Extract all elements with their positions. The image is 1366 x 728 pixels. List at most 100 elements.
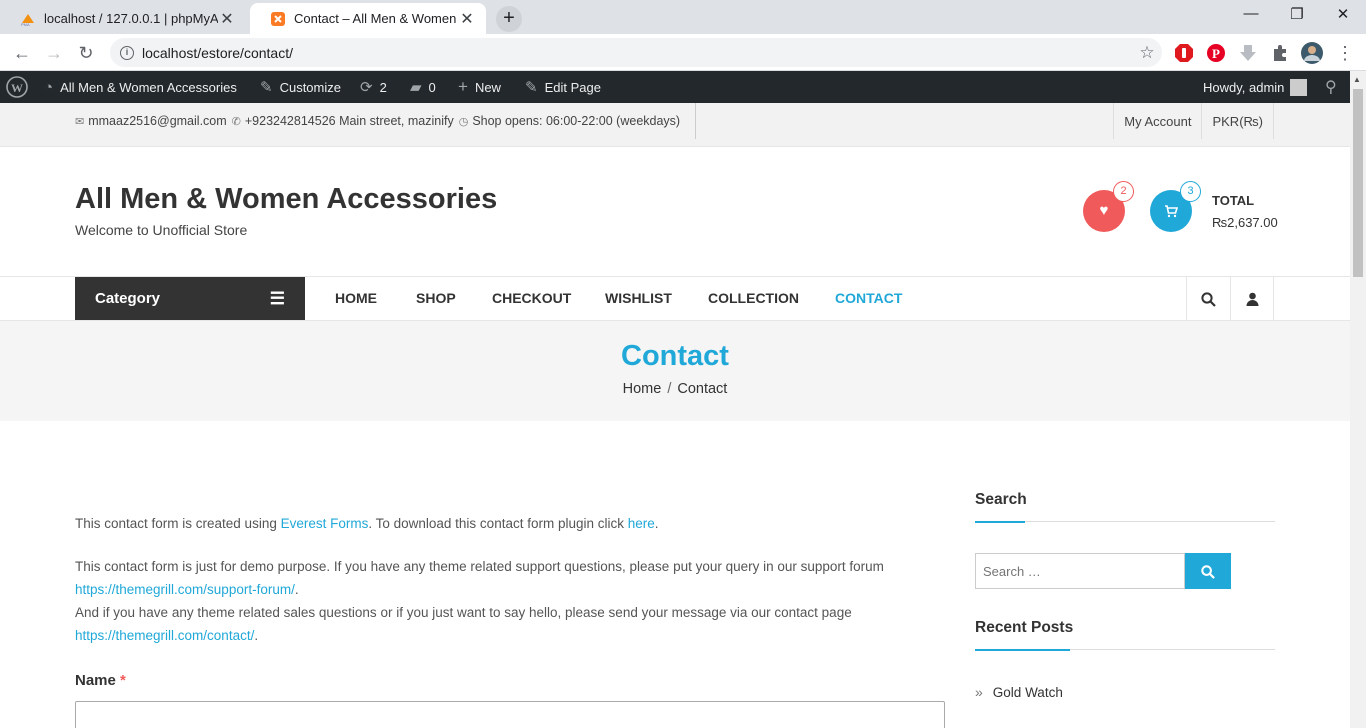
- double-chevron-right-icon: »: [975, 684, 983, 700]
- required-mark: *: [120, 672, 126, 689]
- wordpress-logo-icon[interactable]: W: [6, 71, 28, 103]
- intro-text-2: . To download this contact form plugin c…: [368, 516, 628, 531]
- address-bar[interactable]: i localhost/estore/contact/ ☆: [110, 38, 1162, 67]
- new-tab-button[interactable]: +: [496, 6, 522, 32]
- site-title[interactable]: All Men & Women Accessories: [75, 183, 497, 216]
- sidebar-search-input[interactable]: [975, 553, 1185, 589]
- site-tagline: Welcome to Unofficial Store: [75, 222, 248, 238]
- profile-avatar[interactable]: [1301, 42, 1323, 64]
- admin-comments[interactable]: ▰ 0: [410, 71, 436, 103]
- admin-new[interactable]: + New: [458, 71, 501, 103]
- nav-item-shop[interactable]: SHOP: [416, 277, 456, 320]
- nav-item-home[interactable]: HOME: [335, 277, 377, 320]
- admin-comments-count: 0: [428, 79, 436, 95]
- minimize-icon[interactable]: —: [1236, 5, 1266, 22]
- admin-search-icon[interactable]: ⚲: [1325, 71, 1337, 103]
- main-navigation: Category ☰ HOME SHOP CHECKOUT WISHLIST C…: [0, 276, 1350, 321]
- dashboard-icon: ◔: [44, 78, 54, 96]
- site-header: All Men & Women Accessories Welcome to U…: [0, 147, 1350, 276]
- here-link[interactable]: here: [628, 516, 655, 531]
- intro-text: This contact form is created using: [75, 516, 281, 531]
- admin-customize[interactable]: ✎ Customize: [260, 71, 341, 103]
- page-scrollbar[interactable]: ▲: [1350, 71, 1366, 728]
- page-header: Contact Home / Contact: [0, 321, 1350, 421]
- download-icon[interactable]: [1238, 43, 1258, 63]
- wp-admin-bar: W ◔ All Men & Women Accessories ✎ Custom…: [0, 71, 1366, 103]
- admin-howdy[interactable]: Howdy, admin: [1203, 71, 1308, 103]
- hamburger-icon: ☰: [269, 288, 285, 308]
- top-links: My Account PKR(₨): [1113, 103, 1274, 139]
- category-label: Category: [95, 290, 161, 307]
- close-icon[interactable]: ✕: [458, 9, 476, 29]
- pencil-icon: ✎: [525, 79, 538, 96]
- category-menu-button[interactable]: Category ☰: [75, 277, 305, 320]
- wishlist-count-badge: 2: [1113, 181, 1134, 202]
- my-account-link[interactable]: My Account: [1113, 103, 1201, 139]
- search-icon[interactable]: [1186, 277, 1230, 320]
- nav-item-collection[interactable]: COLLECTION: [708, 277, 799, 320]
- admin-updates[interactable]: ⟳ 2: [360, 71, 387, 103]
- support-forum-link[interactable]: https://themegrill.com/support-forum/: [75, 582, 295, 597]
- store-top-bar: ✉ mmaaz2516@gmail.com ✆ +923242814526 Ma…: [0, 103, 1350, 147]
- svg-text:PMA: PMA: [21, 22, 30, 27]
- adblock-icon[interactable]: [1174, 43, 1194, 63]
- sidebar-search-button[interactable]: [1185, 553, 1231, 589]
- forward-icon[interactable]: →: [41, 40, 67, 66]
- title-underline: [975, 521, 1025, 523]
- admin-new-label: New: [474, 79, 501, 95]
- title-underline: [975, 649, 1070, 651]
- intro-text-end: .: [654, 516, 659, 531]
- svg-text:P: P: [1212, 46, 1220, 61]
- recent-posts-title-text: Recent Posts: [975, 619, 1074, 636]
- nav-item-contact[interactable]: CONTACT: [835, 277, 902, 320]
- heart-icon: ♥: [1099, 202, 1109, 219]
- envelope-icon: ✉: [75, 115, 85, 128]
- search-widget-title-text: Search: [975, 491, 1027, 508]
- contact-email: mmaaz2516@gmail.com: [88, 114, 227, 128]
- tab-contact[interactable]: Contact – All Men & Women Acc ✕: [250, 3, 486, 34]
- close-icon[interactable]: ✕: [218, 9, 236, 29]
- breadcrumb-home[interactable]: Home: [623, 381, 662, 397]
- back-icon[interactable]: ←: [9, 40, 35, 66]
- currency-switcher[interactable]: PKR(₨): [1201, 103, 1274, 139]
- contact-link-line: https://themegrill.com/contact/.: [75, 624, 258, 647]
- restore-icon[interactable]: ❐: [1282, 5, 1312, 23]
- scrollbar-thumb[interactable]: [1353, 89, 1363, 277]
- menu-dots-icon[interactable]: ⋮: [1332, 40, 1358, 66]
- admin-edit-page-label: Edit Page: [544, 79, 601, 95]
- breadcrumb-separator: /: [667, 381, 672, 397]
- contact-phone-address: +923242814526 Main street, mazinify: [244, 114, 454, 128]
- info-icon[interactable]: i: [120, 45, 134, 60]
- svg-text:W: W: [11, 81, 23, 95]
- recent-post-title[interactable]: Gold Watch: [993, 685, 1063, 700]
- cart-total-value: ₨2,637.00: [1212, 215, 1278, 230]
- recent-posts-title: Recent Posts: [975, 619, 1275, 651]
- admin-edit-page[interactable]: ✎ Edit Page: [525, 71, 601, 103]
- page-title: Contact: [621, 340, 729, 372]
- everest-forms-link[interactable]: Everest Forms: [281, 516, 369, 531]
- name-input[interactable]: [75, 701, 945, 728]
- extensions-puzzle-icon[interactable]: [1270, 43, 1290, 63]
- reload-icon[interactable]: ↻: [73, 40, 99, 66]
- nav-item-checkout[interactable]: CHECKOUT: [492, 277, 571, 320]
- cart-icon: [1165, 205, 1179, 218]
- search-icon: [1201, 565, 1215, 580]
- tab-phpmyadmin[interactable]: PMA localhost / 127.0.0.1 | phpMyAdm ✕: [0, 3, 246, 34]
- search-widget-title: Search: [975, 491, 1275, 523]
- scroll-up-arrow-icon[interactable]: ▲: [1353, 75, 1361, 84]
- contact-info: ✉ mmaaz2516@gmail.com ✆ +923242814526 Ma…: [75, 103, 697, 139]
- recent-post-item[interactable]: » Gold Watch: [975, 684, 1063, 700]
- bookmark-star-icon[interactable]: ☆: [1132, 43, 1162, 63]
- cart-total-label: TOTAL: [1212, 193, 1255, 208]
- pinterest-icon[interactable]: P: [1206, 43, 1226, 63]
- nav-item-wishlist[interactable]: WISHLIST: [605, 277, 672, 320]
- url-text[interactable]: localhost/estore/contact/: [142, 45, 1132, 61]
- admin-site-name[interactable]: ◔ All Men & Women Accessories: [44, 71, 237, 103]
- user-icon[interactable]: [1230, 277, 1274, 320]
- breadcrumb-current: Contact: [677, 381, 728, 397]
- support-link-end: .: [294, 582, 299, 597]
- admin-customize-label: Customize: [279, 79, 341, 95]
- contact-page-link[interactable]: https://themegrill.com/contact/: [75, 628, 254, 643]
- window-close-icon[interactable]: ✕: [1328, 5, 1358, 23]
- phone-icon: ✆: [231, 115, 241, 128]
